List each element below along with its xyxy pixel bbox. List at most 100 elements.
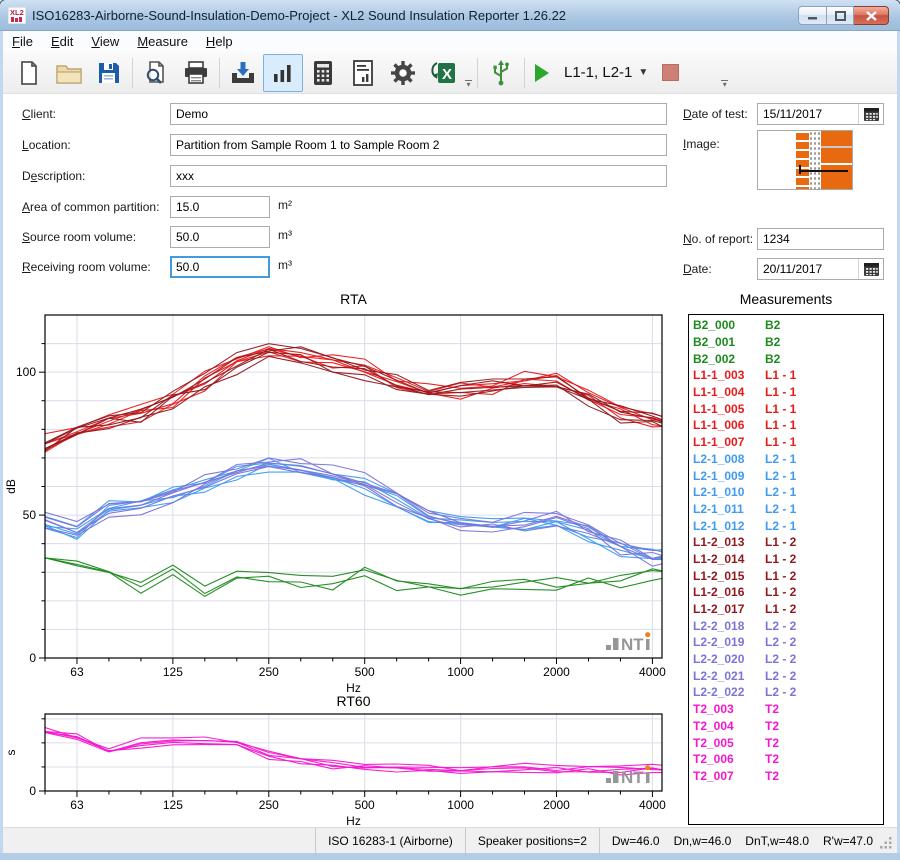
resize-grip[interactable] xyxy=(880,837,893,850)
measurement-item[interactable]: T2_007T2 xyxy=(693,768,883,785)
measurement-item[interactable]: L1-1_005L1 - 1 xyxy=(693,400,883,417)
source-volume-label: Source room volume: xyxy=(22,230,136,244)
status-dw: Dw=46.0 xyxy=(612,834,660,848)
svg-text:250: 250 xyxy=(259,665,279,679)
status-dntw: DnT,w=48.0 xyxy=(745,834,809,848)
date-of-test-calendar-button[interactable] xyxy=(858,104,883,124)
measurement-item[interactable]: L2-2_020L2 - 2 xyxy=(693,651,883,668)
measurement-item[interactable]: L2-2_018L2 - 2 xyxy=(693,617,883,634)
measurement-item[interactable]: L2-1_011L2 - 1 xyxy=(693,501,883,518)
app-icon-xl2: XL2 xyxy=(8,7,26,24)
client-input[interactable] xyxy=(170,103,667,125)
measurement-item[interactable]: L1-1_003L1 - 1 xyxy=(693,367,883,384)
date-calendar-button[interactable] xyxy=(858,259,883,279)
receiving-volume-input[interactable] xyxy=(170,256,270,278)
svg-text:NT: NT xyxy=(621,635,644,654)
measurement-item[interactable]: B2_000B2 xyxy=(693,317,883,334)
menubar: File Edit View Measure Help xyxy=(3,30,897,52)
description-input[interactable] xyxy=(170,165,667,187)
save-button[interactable] xyxy=(89,54,129,92)
measurement-item[interactable]: L2-2_019L2 - 2 xyxy=(693,634,883,651)
toolbar-separator xyxy=(219,58,220,88)
menu-file[interactable]: File xyxy=(3,32,42,51)
receiving-volume-label: Receiving room volume: xyxy=(22,260,151,274)
status-speaker-positions: Speaker positions=2 xyxy=(465,828,599,853)
client-label: Client: xyxy=(22,107,56,121)
svg-text:500: 500 xyxy=(355,665,375,679)
date-of-test-field[interactable]: 15/11/2017 xyxy=(757,103,884,125)
settings-button[interactable] xyxy=(383,54,423,92)
maximize-button[interactable] xyxy=(827,6,854,25)
measurement-item[interactable]: L2-1_012L2 - 1 xyxy=(693,517,883,534)
measurement-item[interactable]: L2-1_009L2 - 1 xyxy=(693,467,883,484)
rta-chart-title: RTA xyxy=(45,291,662,307)
excel-export-button[interactable]: X xyxy=(423,54,463,92)
statusbar: ISO 16283-1 (Airborne) Speaker positions… xyxy=(3,827,897,853)
window-border-bottom xyxy=(0,853,900,860)
measurement-item[interactable]: L2-2_021L2 - 2 xyxy=(693,667,883,684)
measurement-item[interactable]: L1-1_006L1 - 1 xyxy=(693,417,883,434)
source-volume-input[interactable] xyxy=(170,226,270,248)
partition-image-right-wall xyxy=(821,131,852,189)
measurement-item[interactable]: L1-2_017L1 - 2 xyxy=(693,601,883,618)
measurement-item[interactable]: T2_005T2 xyxy=(693,734,883,751)
print-button[interactable] xyxy=(176,54,216,92)
report-button[interactable] xyxy=(343,54,383,92)
date-of-test-value: 15/11/2017 xyxy=(758,107,858,121)
partition-image-insulation xyxy=(809,131,821,189)
open-project-button[interactable] xyxy=(49,54,89,92)
toolbar: X ▾ L1-1, L2-1 ▼ xyxy=(3,52,897,94)
measurement-item[interactable]: T2_004T2 xyxy=(693,718,883,735)
status-dnw: Dn,w=46.0 xyxy=(674,834,732,848)
location-input[interactable] xyxy=(170,134,667,156)
measurement-item[interactable]: T2_006T2 xyxy=(693,751,883,768)
titlebar: XL2 ISO16283-Airborne-Sound-Insulation-D… xyxy=(0,0,900,31)
svg-text:250: 250 xyxy=(259,798,279,812)
measurement-item[interactable]: L1-2_015L1 - 2 xyxy=(693,567,883,584)
measurements-list[interactable]: B2_000B2B2_001B2B2_002B2L1-1_003L1 - 1L1… xyxy=(688,314,884,825)
menu-view[interactable]: View xyxy=(82,32,128,51)
measurement-item[interactable]: L2-1_008L2 - 1 xyxy=(693,451,883,468)
measurement-item[interactable]: B2_001B2 xyxy=(693,334,883,351)
close-button[interactable] xyxy=(854,6,889,25)
run-selection-label[interactable]: L1-1, L2-1 xyxy=(564,64,632,81)
new-document-button[interactable] xyxy=(9,54,49,92)
toolbar-overflow-button[interactable]: ▾ xyxy=(719,54,730,92)
area-input[interactable] xyxy=(170,196,270,218)
print-preview-button[interactable] xyxy=(136,54,176,92)
measurement-item[interactable]: L1-2_013L1 - 2 xyxy=(693,534,883,551)
svg-text:4000: 4000 xyxy=(639,665,666,679)
measurement-item[interactable]: L2-2_022L2 - 2 xyxy=(693,684,883,701)
menu-measure[interactable]: Measure xyxy=(128,32,197,51)
date-field[interactable]: 20/11/2017 xyxy=(757,258,884,280)
usb-connect-button[interactable] xyxy=(481,54,521,92)
partition-image[interactable] xyxy=(757,130,853,190)
description-label: Description: xyxy=(22,169,85,183)
window-title: ISO16283-Airborne-Sound-Insulation-Demo-… xyxy=(32,8,566,23)
measurement-item[interactable]: B2_002B2 xyxy=(693,350,883,367)
measurement-item[interactable]: L1-1_004L1 - 1 xyxy=(693,384,883,401)
import-button[interactable] xyxy=(223,54,263,92)
window-controls xyxy=(798,6,889,25)
chart-view-button[interactable] xyxy=(263,54,303,92)
measurement-item[interactable]: L1-2_014L1 - 2 xyxy=(693,551,883,568)
toolbar-overflow-button[interactable]: ▾ xyxy=(463,54,474,92)
minimize-button[interactable] xyxy=(798,6,827,25)
start-measurement-button[interactable] xyxy=(528,54,556,92)
calculator-button[interactable] xyxy=(303,54,343,92)
measurement-item[interactable]: L1-1_007L1 - 1 xyxy=(693,434,883,451)
measurement-item[interactable]: L2-1_010L2 - 1 xyxy=(693,484,883,501)
menu-help[interactable]: Help xyxy=(197,32,242,51)
svg-text:125: 125 xyxy=(163,798,183,812)
area-unit: m² xyxy=(278,198,292,212)
svg-text:X: X xyxy=(442,66,452,83)
run-dropdown-caret-icon[interactable]: ▼ xyxy=(638,67,648,78)
menu-edit[interactable]: Edit xyxy=(42,32,82,51)
import-download-icon xyxy=(229,60,257,86)
stop-measurement-button[interactable] xyxy=(662,64,679,81)
report-no-input[interactable] xyxy=(757,228,884,250)
measurement-item[interactable]: L1-2_016L1 - 2 xyxy=(693,584,883,601)
usb-icon xyxy=(489,59,513,87)
measurement-item[interactable]: T2_003T2 xyxy=(693,701,883,718)
svg-text:2000: 2000 xyxy=(543,665,570,679)
